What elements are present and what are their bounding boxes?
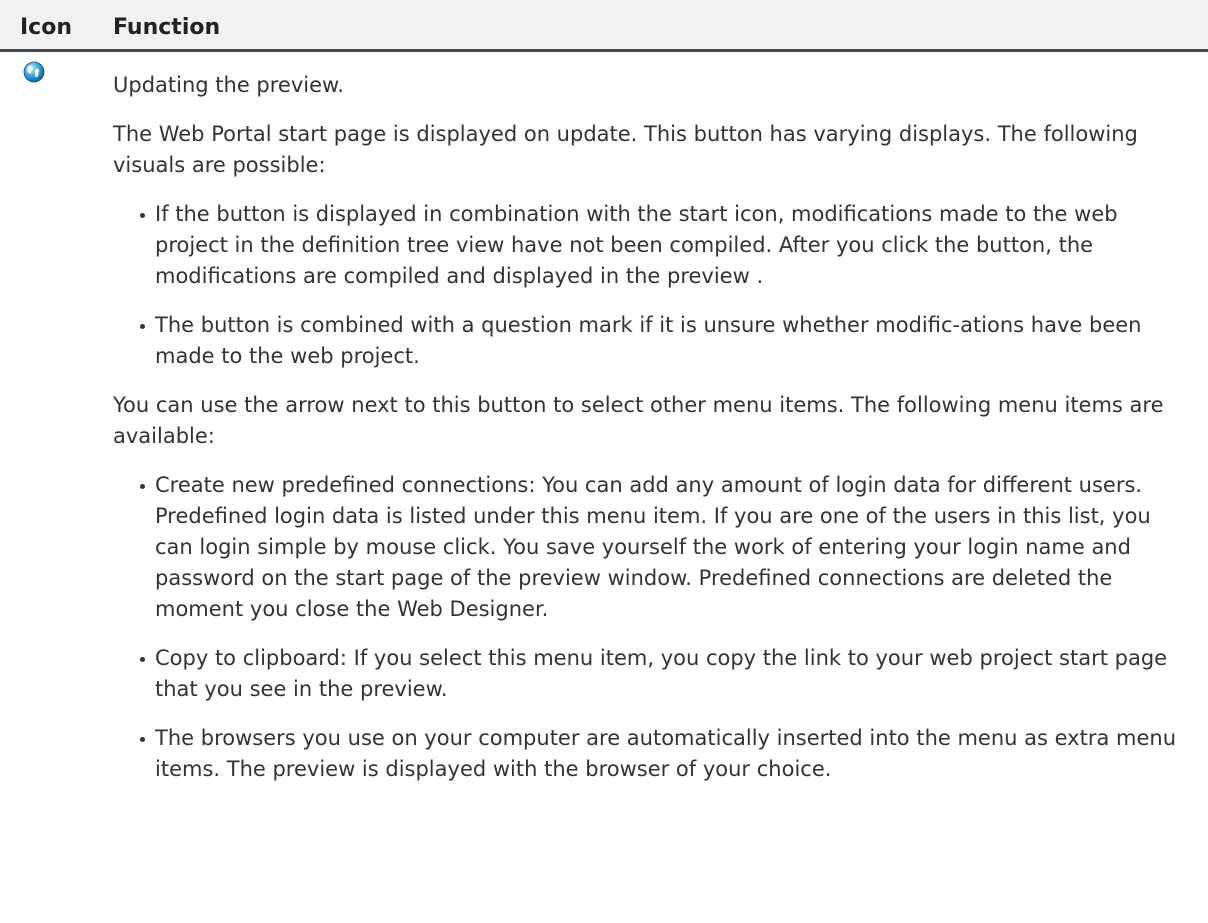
row-title: Updating the preview. [113, 73, 344, 97]
column-header-function: Function [113, 15, 221, 40]
function-description: Updating the preview. The Web Portal sta… [113, 70, 1193, 803]
list-item: If the button is displayed in combinatio… [140, 199, 1193, 292]
globe-refresh-icon [23, 61, 45, 83]
list-item: Create new predefined connections: You c… [140, 470, 1193, 625]
paragraph-menu-items: You can use the arrow next to this butto… [113, 393, 1164, 448]
list-item: The button is combined with a question m… [140, 310, 1193, 372]
visuals-list: If the button is displayed in combinatio… [113, 199, 1193, 372]
menu-items-list: Create new predefined connections: You c… [113, 470, 1193, 785]
list-item: Copy to clipboard: If you select this me… [140, 643, 1193, 705]
list-item: The browsers you use on your computer ar… [140, 723, 1193, 785]
table-header: Icon Function [0, 0, 1208, 52]
paragraph-displays: The Web Portal start page is displayed o… [113, 122, 1138, 177]
column-header-icon: Icon [20, 15, 73, 40]
